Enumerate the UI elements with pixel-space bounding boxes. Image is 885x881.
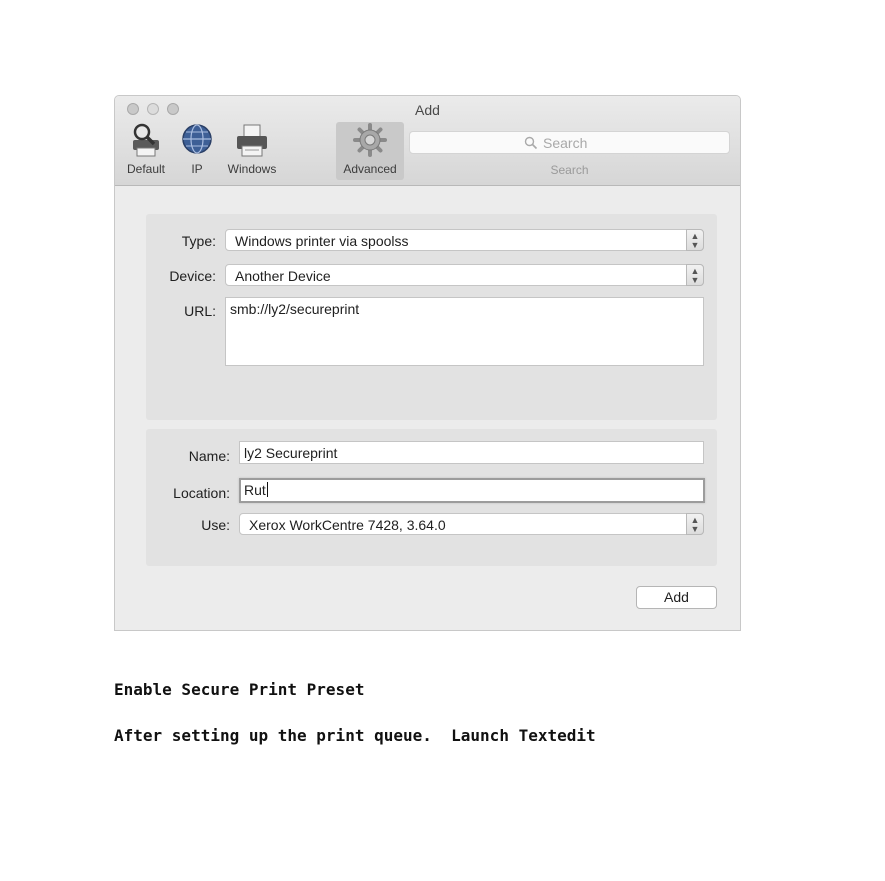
driver-value: Xerox WorkCentre 7428, 3.64.0 bbox=[249, 517, 446, 533]
type-label: Type: bbox=[181, 233, 216, 249]
printer-icon bbox=[237, 124, 267, 157]
magnifier-printer-icon bbox=[133, 123, 159, 157]
driver-popup[interactable]: Xerox WorkCentre 7428, 3.64.0 ▲ ▼ bbox=[239, 513, 704, 535]
add-button[interactable]: Add bbox=[636, 586, 717, 609]
location-value: Rut bbox=[244, 482, 266, 498]
toolbar-windows-button[interactable]: Windows bbox=[221, 122, 283, 180]
name-field[interactable]: ly2 Secureprint bbox=[239, 441, 704, 464]
name-label: Name: bbox=[188, 448, 230, 464]
location-label: Location: bbox=[173, 485, 230, 501]
window-title: Add bbox=[415, 102, 440, 118]
connection-panel: Type: Windows printer via spoolss ▲ ▼ Dev… bbox=[146, 214, 717, 420]
toolbar-default-label: Default bbox=[126, 162, 166, 176]
globe-icon bbox=[182, 124, 212, 154]
add-printer-window: Add Default IP Windows Advanced Search S… bbox=[114, 95, 741, 631]
search-field[interactable]: Search bbox=[409, 131, 730, 154]
location-field[interactable]: Rut bbox=[239, 478, 705, 503]
device-label: Device: bbox=[169, 268, 216, 284]
printer-details-panel: Name: ly2 Secureprint Location: Rut Use:… bbox=[146, 429, 717, 566]
type-value: Windows printer via spoolss bbox=[235, 233, 409, 249]
url-label: URL: bbox=[184, 303, 216, 319]
chevron-updown-icon: ▲ ▼ bbox=[686, 264, 704, 286]
toolbar: Add Default IP Windows Advanced Search S… bbox=[115, 96, 740, 186]
chevron-updown-icon: ▲ ▼ bbox=[686, 229, 704, 251]
use-label: Use: bbox=[201, 517, 230, 533]
chevron-updown-icon: ▲ ▼ bbox=[686, 513, 704, 535]
toolbar-windows-label: Windows bbox=[227, 162, 277, 176]
toolbar-ip-label: IP bbox=[191, 162, 203, 176]
doc-instruction: After setting up the print queue. Launch… bbox=[114, 726, 596, 745]
name-value: ly2 Secureprint bbox=[244, 445, 338, 461]
toolbar-default-button[interactable]: Default bbox=[123, 122, 169, 180]
device-value: Another Device bbox=[235, 268, 331, 284]
toolbar-advanced-button[interactable]: Advanced bbox=[336, 122, 404, 180]
toolbar-advanced-label: Advanced bbox=[343, 162, 397, 176]
search-label: Search bbox=[550, 163, 589, 177]
toolbar-ip-button[interactable]: IP bbox=[179, 122, 215, 180]
type-popup[interactable]: Windows printer via spoolss ▲ ▼ bbox=[225, 229, 704, 251]
url-value: smb://ly2/secureprint bbox=[230, 301, 360, 317]
doc-heading: Enable Secure Print Preset bbox=[114, 680, 365, 699]
search-icon bbox=[524, 136, 538, 150]
url-field[interactable]: smb://ly2/secureprint bbox=[225, 297, 704, 366]
search-placeholder: Search bbox=[543, 135, 588, 151]
text-caret bbox=[266, 482, 268, 497]
gear-icon bbox=[353, 123, 387, 157]
device-popup[interactable]: Another Device ▲ ▼ bbox=[225, 264, 704, 286]
